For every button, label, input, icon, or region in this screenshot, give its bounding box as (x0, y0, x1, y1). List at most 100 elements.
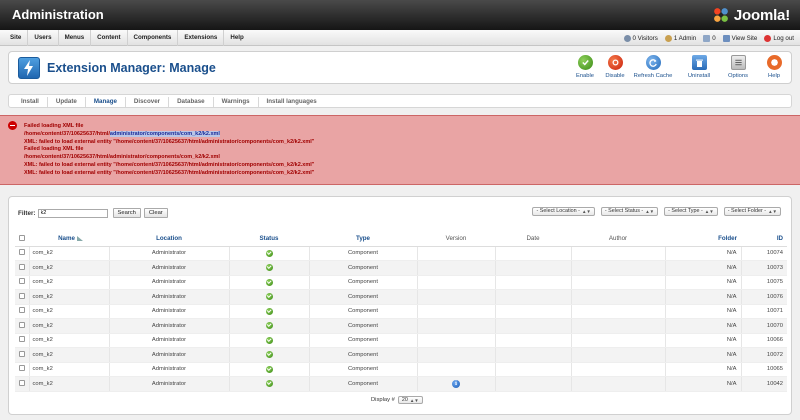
enabled-check-icon[interactable] (265, 365, 273, 373)
row-checkbox[interactable] (18, 365, 25, 372)
tab-install[interactable]: Install (13, 97, 48, 107)
enabled-check-icon[interactable] (265, 278, 273, 286)
disable-button[interactable]: Disable (601, 54, 629, 83)
row-checkbox[interactable] (18, 307, 25, 314)
row-checkbox[interactable] (18, 379, 25, 386)
error-path-selected: administrator/components/com_k2/k2.xml (109, 130, 220, 137)
row-checkbox[interactable] (18, 263, 25, 270)
table-row: com_k2 Administrator Component N/A 10074 (15, 246, 787, 261)
header-id[interactable]: ID (741, 232, 787, 247)
row-checkbox[interactable] (18, 336, 25, 343)
row-type: Component (309, 289, 418, 305)
options-button[interactable]: Options (723, 54, 753, 83)
tab-discover[interactable]: Discover (126, 97, 170, 107)
lifebuoy-icon (766, 55, 782, 70)
row-author (571, 275, 666, 290)
header-date: Date (495, 232, 571, 247)
row-version-cell (417, 333, 496, 348)
select-type-value: - Select Type - (668, 208, 703, 214)
tab-update[interactable]: Update (48, 97, 86, 107)
header-name[interactable]: Name (29, 232, 109, 247)
menu-extensions[interactable]: Extensions (178, 30, 225, 46)
menu-content[interactable]: Content (91, 30, 128, 46)
menu-site[interactable]: Site (4, 30, 29, 46)
row-status-cell (229, 304, 310, 319)
select-status[interactable]: - Select Status - ▲▼ (600, 207, 659, 216)
row-name: com_k2 (29, 376, 110, 392)
messages-status[interactable]: 0 (703, 34, 716, 42)
menu-components[interactable]: Components (128, 30, 179, 46)
row-date (495, 260, 572, 276)
row-date (495, 333, 572, 348)
menu-help[interactable]: Help (224, 30, 249, 46)
uninstall-button[interactable]: Uninstall (683, 54, 715, 83)
row-checkbox[interactable] (18, 292, 25, 299)
page-title: Extension Manager: Manage (47, 61, 216, 75)
enabled-check-icon[interactable] (265, 293, 273, 301)
enabled-check-icon[interactable] (265, 380, 273, 388)
view-site-link[interactable]: View Site (722, 34, 757, 42)
enabled-check-icon[interactable] (265, 249, 273, 257)
table-row: com_k2 Administrator Component N/A 10071 (15, 304, 787, 319)
select-type[interactable]: - Select Type - ▲▼ (664, 207, 718, 216)
row-type: Component (309, 260, 418, 276)
refresh-icon (645, 55, 661, 70)
menu-users[interactable]: Users (28, 30, 59, 46)
display-count-label: Display # (371, 397, 395, 403)
page-toolbar: Extension Manager: Manage Enable Disable… (8, 51, 792, 84)
row-checkbox[interactable] (18, 321, 25, 328)
header-folder[interactable]: Folder (665, 232, 741, 247)
row-checkbox[interactable] (18, 350, 25, 357)
row-name: com_k2 (29, 362, 110, 377)
select-folder[interactable]: - Select Folder - ▲▼ (723, 207, 781, 216)
extension-manager-icon (18, 57, 40, 79)
header-location[interactable]: Location (109, 232, 229, 247)
admin-header: Administration Joomla! (0, 0, 800, 30)
header-status[interactable]: Status (229, 232, 309, 247)
row-version-cell (417, 289, 496, 305)
enabled-check-icon[interactable] (265, 351, 273, 359)
tab-warnings[interactable]: Warnings (214, 97, 259, 107)
tab-database[interactable]: Database (169, 97, 214, 107)
menu-menus[interactable]: Menus (59, 30, 92, 46)
filter-input[interactable] (37, 208, 108, 218)
row-status-cell (229, 289, 310, 305)
table-row: com_k2 Administrator Component N/A 10075 (15, 275, 787, 290)
enabled-check-icon[interactable] (265, 322, 273, 330)
logout-link[interactable]: Log out (764, 34, 794, 42)
row-version-cell (417, 246, 496, 261)
row-checkbox[interactable] (18, 278, 25, 285)
select-status-value: - Select Status - (604, 208, 644, 214)
error-path-prefix: /home/content/37/10625637/html/ (24, 130, 110, 137)
joomla-logo-text: Joomla! (733, 6, 790, 24)
joomla-logo[interactable]: Joomla! (710, 4, 790, 26)
select-location[interactable]: - Select Location - ▲▼ (532, 207, 595, 216)
filter-selects: - Select Location - ▲▼ - Select Status - ▲… (532, 207, 781, 216)
enable-button[interactable]: Enable (571, 54, 599, 83)
row-checkbox-cell (15, 318, 30, 334)
enabled-check-icon[interactable] (265, 264, 273, 272)
select-all-checkbox[interactable] (19, 234, 25, 241)
enabled-check-icon[interactable] (265, 336, 273, 344)
row-folder: N/A (665, 347, 742, 363)
row-author (571, 318, 666, 334)
enabled-check-icon[interactable] (265, 307, 273, 315)
display-count-select[interactable]: 20 ▲▼ (397, 396, 423, 404)
updown-arrow-icon: ▲▼ (768, 209, 777, 214)
search-button[interactable]: Search (112, 208, 141, 218)
clear-button[interactable]: Clear (143, 208, 168, 218)
row-name: com_k2 (29, 333, 110, 348)
row-version-cell (417, 318, 496, 334)
row-name: com_k2 (29, 318, 110, 334)
refresh-cache-button[interactable]: Refresh Cache (631, 54, 675, 83)
filter-bar: Filter: Search Clear (18, 208, 168, 218)
help-button[interactable]: Help (761, 54, 787, 83)
row-checkbox[interactable] (18, 249, 25, 256)
row-location: Administrator (109, 376, 230, 392)
tab-install-languages[interactable]: Install languages (259, 97, 325, 107)
tab-manage[interactable]: Manage (86, 97, 126, 107)
error-message-box: Failed loading XML file /home/content/37… (0, 115, 800, 185)
lightning-icon (24, 60, 33, 76)
header-type[interactable]: Type (309, 232, 417, 247)
info-icon[interactable]: i (452, 379, 460, 388)
